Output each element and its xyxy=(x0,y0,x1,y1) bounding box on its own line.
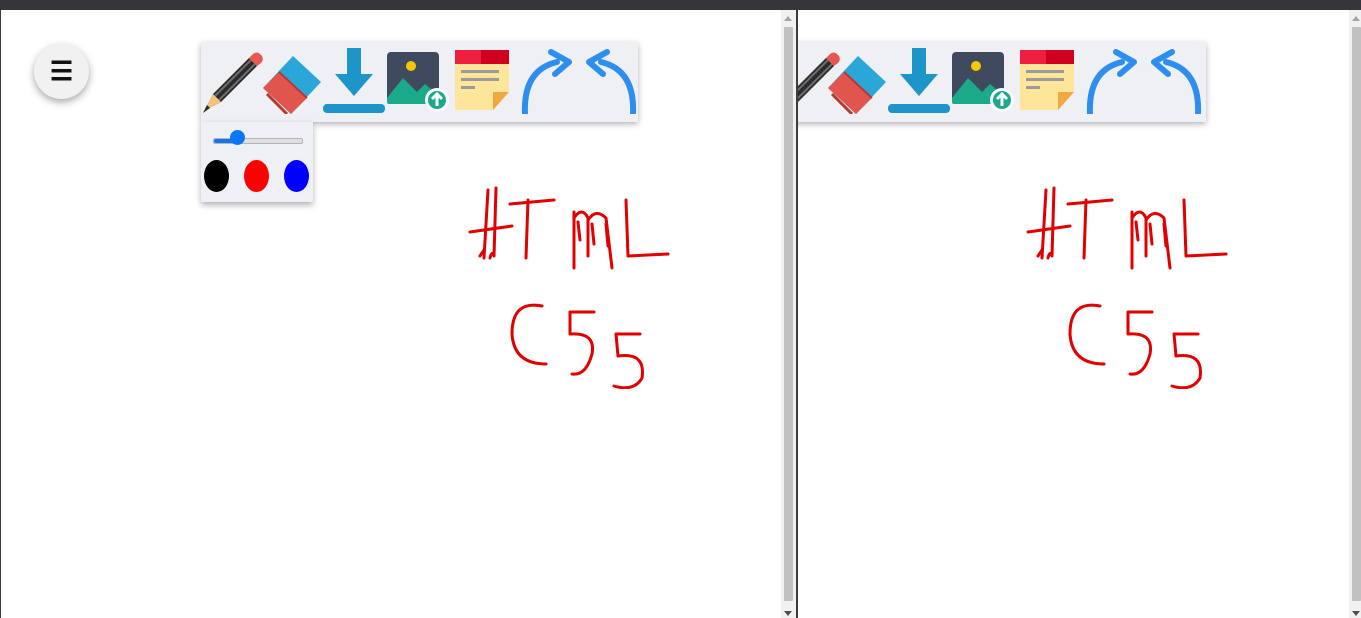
scroll-up-icon[interactable] xyxy=(784,16,792,21)
pen-settings-popup xyxy=(201,122,313,202)
hamburger-menu-button[interactable]: ☰ xyxy=(34,44,89,99)
color-swatch-blue[interactable] xyxy=(284,160,309,192)
color-swatch-red[interactable] xyxy=(244,160,269,192)
stroke-size-slider[interactable] xyxy=(213,138,303,144)
stroke-size-slider-thumb[interactable] xyxy=(230,130,245,145)
download-icon xyxy=(888,48,950,113)
undo-tool-button[interactable] xyxy=(579,46,645,114)
image-upload-icon xyxy=(952,52,1014,112)
left-pane-scrollbar[interactable] xyxy=(781,10,796,618)
scroll-down-icon[interactable] xyxy=(784,611,792,616)
handwritten-css xyxy=(1068,303,1202,389)
scroll-down-icon[interactable] xyxy=(1352,611,1360,616)
handwritten-drawing xyxy=(468,186,670,389)
hamburger-menu-icon: ☰ xyxy=(49,56,74,86)
redo-tool-button[interactable] xyxy=(1082,46,1148,114)
undo-tool-button[interactable] xyxy=(1144,46,1210,114)
image-upload-tool-button[interactable] xyxy=(950,46,1016,114)
redo-icon xyxy=(1086,49,1137,114)
browser-top-bar xyxy=(0,0,1361,10)
sticky-note-tool-button[interactable] xyxy=(451,46,517,114)
toolbar xyxy=(201,42,638,122)
eraser-icon xyxy=(263,56,321,114)
undo-icon xyxy=(586,49,637,114)
handwritten-html xyxy=(468,186,670,270)
download-tool-button[interactable] xyxy=(886,46,952,114)
sticky-note-icon xyxy=(455,50,509,110)
redo-icon xyxy=(521,49,572,114)
download-icon xyxy=(323,48,385,113)
eraser-tool-button[interactable] xyxy=(257,46,323,114)
scrollbar-thumb[interactable] xyxy=(1352,27,1361,601)
scroll-up-icon[interactable] xyxy=(1352,16,1360,21)
toolbar xyxy=(798,42,1206,122)
right-whiteboard-pane[interactable] xyxy=(796,10,1349,618)
handwritten-html xyxy=(1026,186,1228,270)
color-swatch-black[interactable] xyxy=(204,160,229,192)
image-upload-tool-button[interactable] xyxy=(385,46,451,114)
sticky-note-tool-button[interactable] xyxy=(1016,46,1082,114)
download-tool-button[interactable] xyxy=(321,46,387,114)
left-whiteboard-pane[interactable]: ☰ xyxy=(0,10,781,618)
right-pane-scrollbar[interactable] xyxy=(1349,10,1361,618)
redo-tool-button[interactable] xyxy=(517,46,583,114)
undo-icon xyxy=(1151,49,1202,114)
scrollbar-thumb[interactable] xyxy=(784,27,793,601)
sticky-note-icon xyxy=(1020,50,1074,110)
eraser-icon xyxy=(828,56,886,114)
eraser-tool-button[interactable] xyxy=(822,46,888,114)
handwritten-drawing xyxy=(1026,186,1228,389)
handwritten-css xyxy=(510,303,644,389)
image-upload-icon xyxy=(387,52,449,112)
